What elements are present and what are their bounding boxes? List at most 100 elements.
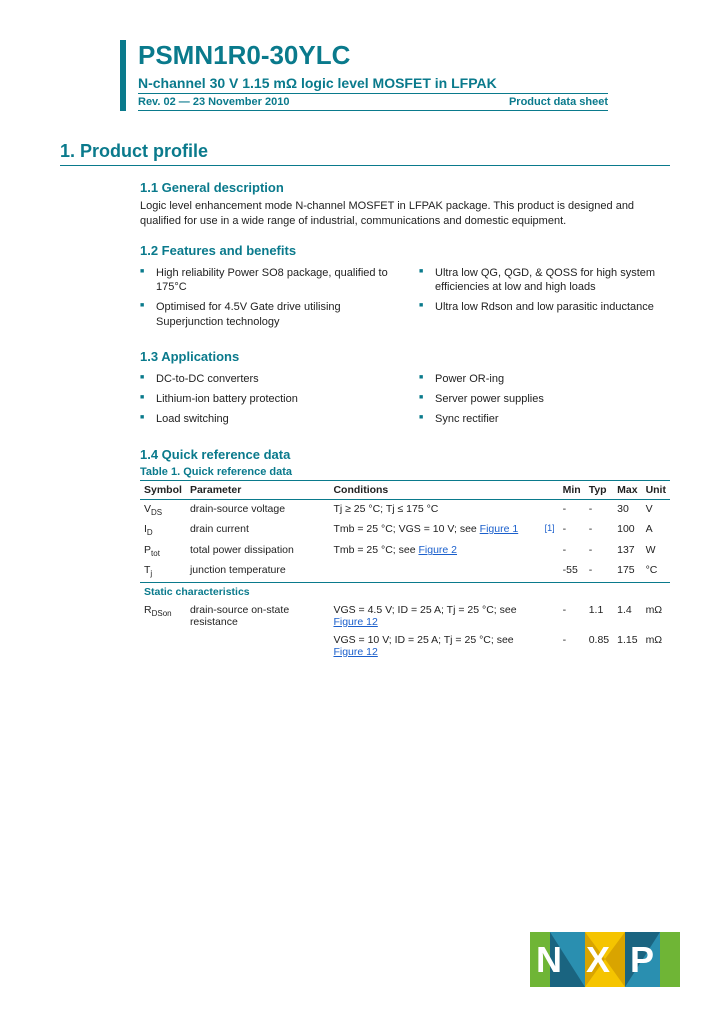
list-item: Load switching xyxy=(140,412,391,426)
cell-note xyxy=(541,499,559,520)
cell-note xyxy=(541,561,559,582)
footnote-link[interactable]: [1] xyxy=(545,523,555,533)
cell-note: [1] xyxy=(541,520,559,542)
table-row: VGS = 10 V; ID = 25 A; Tj = 25 °C; see F… xyxy=(140,631,670,661)
apps-right-list: Power OR-ing Server power supplies Sync … xyxy=(419,372,670,427)
cell-unit: W xyxy=(642,541,670,561)
general-description-text: Logic level enhancement mode N-channel M… xyxy=(140,199,670,229)
th-parameter: Parameter xyxy=(186,480,330,499)
document-header: PSMN1R0-30YLC N-channel 30 V 1.15 mΩ log… xyxy=(120,40,670,111)
th-note xyxy=(541,480,559,499)
cell-typ: 1.1 xyxy=(585,601,613,631)
cell-parameter: junction temperature xyxy=(186,561,330,582)
subsection-1-1: 1.1 General description Logic level enha… xyxy=(140,180,670,229)
nxp-logo: N X P xyxy=(530,932,680,992)
cell-max: 1.15 xyxy=(613,631,641,661)
cell-min: - xyxy=(559,499,585,520)
revision-row: Rev. 02 — 23 November 2010 Product data … xyxy=(138,93,608,111)
list-item: Ultra low QG, QGD, & QOSS for high syste… xyxy=(419,266,670,295)
cell-note xyxy=(541,541,559,561)
section-1-heading: 1. Product profile xyxy=(60,141,670,166)
th-symbol: Symbol xyxy=(140,480,186,499)
figure-link[interactable]: Figure 2 xyxy=(418,544,457,556)
subtitle: N-channel 30 V 1.15 mΩ logic level MOSFE… xyxy=(138,75,670,91)
sub-heading-1-4: 1.4 Quick reference data xyxy=(140,447,670,462)
cell-symbol: ID xyxy=(140,520,186,542)
table-row: RDSondrain-source on-state resistanceVGS… xyxy=(140,601,670,631)
th-typ: Typ xyxy=(585,480,613,499)
th-unit: Unit xyxy=(642,480,670,499)
cell-typ: - xyxy=(585,561,613,582)
th-max: Max xyxy=(613,480,641,499)
cell-symbol xyxy=(140,631,186,661)
static-characteristics-row: Static characteristics xyxy=(140,582,670,601)
cell-max: 1.4 xyxy=(613,601,641,631)
figure-link[interactable]: Figure 1 xyxy=(480,523,519,535)
cell-max: 30 xyxy=(613,499,641,520)
features-left-list: High reliability Power SO8 package, qual… xyxy=(140,266,391,329)
static-label: Static characteristics xyxy=(140,582,670,601)
cell-max: 175 xyxy=(613,561,641,582)
cell-min: - xyxy=(559,520,585,542)
cell-symbol: VDS xyxy=(140,499,186,520)
cell-symbol: RDSon xyxy=(140,601,186,631)
cell-unit: mΩ xyxy=(642,631,670,661)
cell-note xyxy=(541,601,559,631)
subsection-1-3: 1.3 Applications DC-to-DC converters Lit… xyxy=(140,349,670,433)
cell-conditions: VGS = 10 V; ID = 25 A; Tj = 25 °C; see F… xyxy=(329,631,540,661)
part-number: PSMN1R0-30YLC xyxy=(138,40,670,71)
cell-parameter: drain-source on-state resistance xyxy=(186,601,330,631)
cell-unit: A xyxy=(642,520,670,542)
sub-heading-1-1: 1.1 General description xyxy=(140,180,670,195)
cell-symbol: Tj xyxy=(140,561,186,582)
apps-left-list: DC-to-DC converters Lithium-ion battery … xyxy=(140,372,391,427)
cell-unit: mΩ xyxy=(642,601,670,631)
sub-heading-1-3: 1.3 Applications xyxy=(140,349,670,364)
cell-parameter: total power dissipation xyxy=(186,541,330,561)
list-item: Optimised for 4.5V Gate drive utilising … xyxy=(140,300,391,329)
list-item: Server power supplies xyxy=(419,392,670,406)
quick-reference-table: Symbol Parameter Conditions Min Typ Max … xyxy=(140,480,670,661)
cell-note xyxy=(541,631,559,661)
revision-text: Rev. 02 — 23 November 2010 xyxy=(138,96,289,108)
table-row: Tjjunction temperature -55-175°C xyxy=(140,561,670,582)
svg-text:X: X xyxy=(586,939,610,980)
cell-conditions: Tmb = 25 °C; VGS = 10 V; see Figure 1 xyxy=(329,520,540,542)
cell-max: 137 xyxy=(613,541,641,561)
cell-conditions xyxy=(329,561,540,582)
table-1-title: Table 1. Quick reference data xyxy=(140,466,670,478)
cell-min: - xyxy=(559,601,585,631)
cell-conditions: Tmb = 25 °C; see Figure 2 xyxy=(329,541,540,561)
cell-typ: 0.85 xyxy=(585,631,613,661)
th-min: Min xyxy=(559,480,585,499)
cell-min: - xyxy=(559,631,585,661)
list-item: Ultra low Rdson and low parasitic induct… xyxy=(419,300,670,314)
cell-min: - xyxy=(559,541,585,561)
cell-min: -55 xyxy=(559,561,585,582)
list-item: Power OR-ing xyxy=(419,372,670,386)
th-conditions: Conditions xyxy=(329,480,540,499)
figure-link[interactable]: Figure 12 xyxy=(333,646,377,658)
table-row: VDSdrain-source voltageTj ≥ 25 °C; Tj ≤ … xyxy=(140,499,670,520)
cell-conditions: Tj ≥ 25 °C; Tj ≤ 175 °C xyxy=(329,499,540,520)
cell-typ: - xyxy=(585,541,613,561)
table-header-row: Symbol Parameter Conditions Min Typ Max … xyxy=(140,480,670,499)
figure-link[interactable]: Figure 12 xyxy=(333,616,377,628)
cell-typ: - xyxy=(585,520,613,542)
list-item: DC-to-DC converters xyxy=(140,372,391,386)
list-item: Sync rectifier xyxy=(419,412,670,426)
list-item: Lithium-ion battery protection xyxy=(140,392,391,406)
cell-parameter: drain-source voltage xyxy=(186,499,330,520)
svg-text:P: P xyxy=(630,939,654,980)
cell-conditions: VGS = 4.5 V; ID = 25 A; Tj = 25 °C; see … xyxy=(329,601,540,631)
doc-type: Product data sheet xyxy=(509,96,608,108)
cell-unit: °C xyxy=(642,561,670,582)
cell-unit: V xyxy=(642,499,670,520)
cell-symbol: Ptot xyxy=(140,541,186,561)
sub-heading-1-2: 1.2 Features and benefits xyxy=(140,243,670,258)
cell-parameter xyxy=(186,631,330,661)
features-right-list: Ultra low QG, QGD, & QOSS for high syste… xyxy=(419,266,670,315)
subsection-1-4: 1.4 Quick reference data Table 1. Quick … xyxy=(140,447,670,661)
subsection-1-2: 1.2 Features and benefits High reliabili… xyxy=(140,243,670,335)
cell-parameter: drain current xyxy=(186,520,330,542)
